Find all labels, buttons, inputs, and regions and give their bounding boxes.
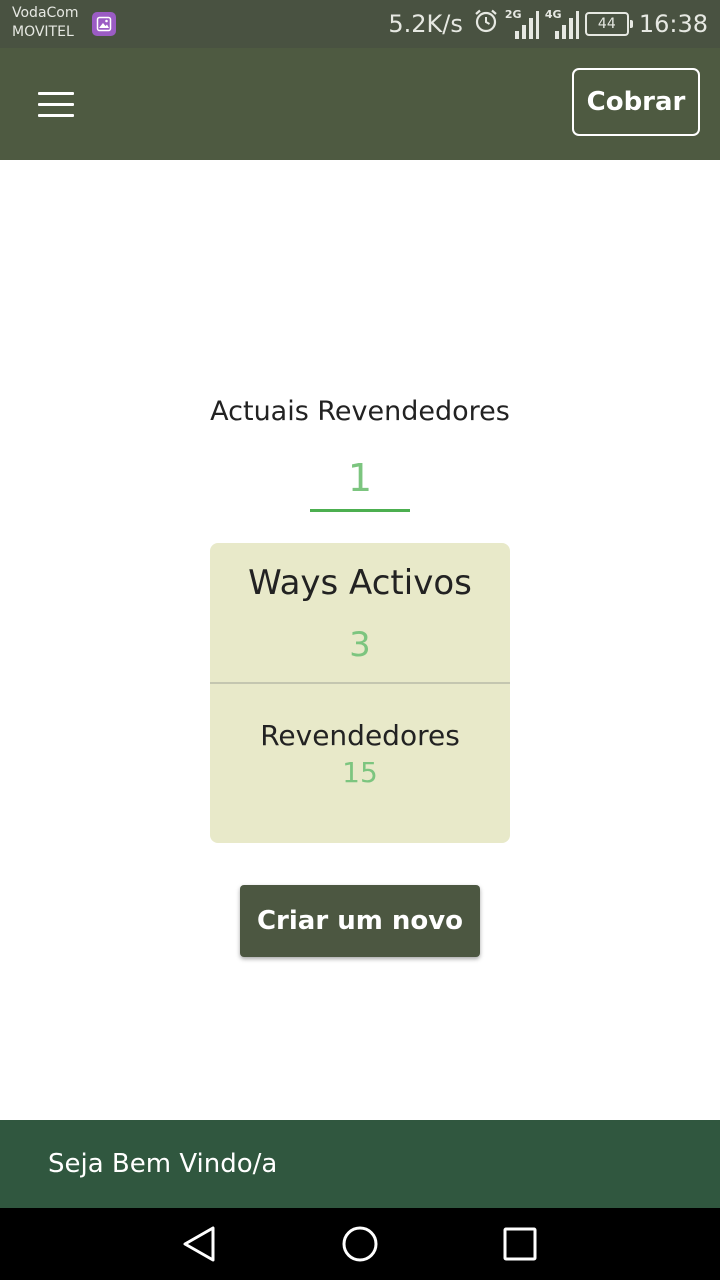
cobrar-button[interactable]: Cobrar — [572, 68, 700, 136]
create-new-button[interactable]: Criar um novo — [240, 885, 480, 957]
signal-2g-icon: 2G — [505, 7, 539, 41]
app-screen: VodaCom MOVITEL 5.2K/s 2G 4G 44 16:38 Co… — [0, 0, 720, 1280]
status-indicators: 5.2K/s 2G 4G 44 16:38 — [388, 0, 708, 48]
welcome-bar: Seja Bem Vindo/a — [0, 1120, 720, 1208]
card-title: Ways Activos — [248, 563, 472, 603]
carrier-name-2: MOVITEL — [12, 24, 74, 40]
carrier-name-1: VodaCom — [12, 5, 79, 21]
welcome-text: Seja Bem Vindo/a — [48, 1149, 278, 1179]
section-title: Actuais Revendedores — [210, 396, 510, 427]
recents-square-icon[interactable] — [500, 1224, 540, 1264]
alarm-icon — [473, 8, 499, 40]
count-underline — [310, 509, 410, 512]
stats-card: Ways Activos 3 Revendedores 15 — [210, 543, 510, 843]
current-resellers-count: 1 — [347, 456, 373, 500]
hamburger-menu-icon[interactable] — [24, 80, 88, 128]
carrier-info: VodaCom MOVITEL — [12, 4, 79, 42]
battery-icon: 44 — [584, 12, 633, 36]
active-ways-count: 3 — [349, 625, 371, 665]
system-nav-bar — [0, 1208, 720, 1280]
back-triangle-icon[interactable] — [180, 1224, 220, 1264]
card-subtitle: Revendedores — [260, 719, 460, 752]
resellers-count: 15 — [342, 756, 378, 789]
app-bar: Cobrar — [0, 48, 720, 160]
home-circle-icon[interactable] — [340, 1224, 380, 1264]
gallery-notification-icon — [92, 12, 116, 36]
status-bar: VodaCom MOVITEL 5.2K/s 2G 4G 44 16:38 — [0, 0, 720, 48]
clock: 16:38 — [638, 10, 708, 38]
card-divider — [210, 682, 510, 684]
signal-4g-icon: 4G — [545, 7, 579, 41]
network-speed: 5.2K/s — [388, 10, 463, 38]
